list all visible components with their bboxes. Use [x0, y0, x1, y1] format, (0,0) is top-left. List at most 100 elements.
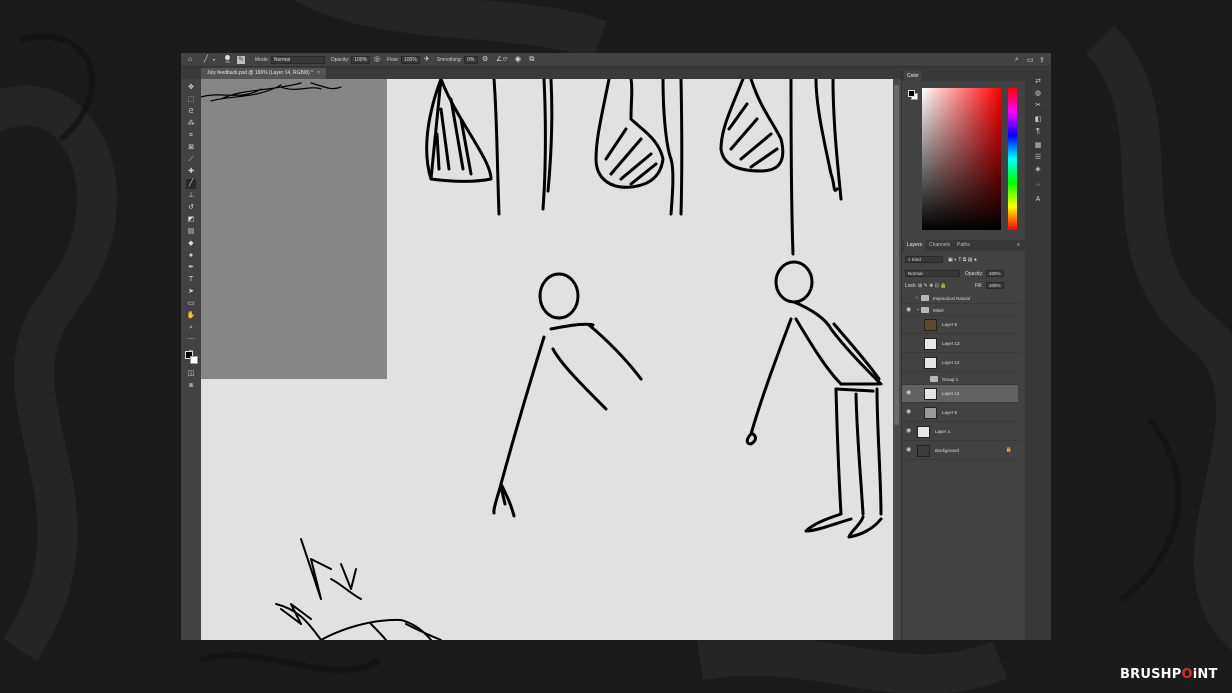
- layer-opacity-input[interactable]: 100%: [986, 270, 1004, 277]
- type-tool-icon[interactable]: T: [186, 275, 196, 285]
- close-tab-icon[interactable]: ×: [317, 70, 320, 76]
- layer-row[interactable]: ◉ Layer 4: [902, 423, 1018, 441]
- layer-row[interactable]: Layer 13: [902, 335, 1018, 353]
- layer-thumbnail: [924, 407, 937, 419]
- canvas[interactable]: [201, 79, 893, 640]
- document-tab-title: July feedback.psd @ 186% (Layer 14, RGB/…: [207, 70, 313, 76]
- home-button[interactable]: ⌂: [181, 53, 199, 67]
- layer-filter-select[interactable]: ⌕ Kind: [905, 256, 943, 263]
- canvas-vertical-scrollbar[interactable]: [893, 79, 901, 640]
- layer-row[interactable]: ◉ ⌄ Mikel: [902, 304, 1018, 316]
- search-icon[interactable]: ⌕: [1015, 56, 1019, 64]
- path-selection-tool-icon[interactable]: ➤: [186, 287, 196, 297]
- eye-icon[interactable]: ◉: [906, 428, 912, 434]
- paragraph-icon[interactable]: ¶: [1033, 127, 1043, 137]
- smoothing-input[interactable]: 0%: [464, 55, 479, 64]
- 3d-icon[interactable]: ◈: [1033, 165, 1043, 175]
- airbrush-icon[interactable]: ✈: [423, 56, 431, 64]
- hue-slider[interactable]: [1008, 88, 1017, 230]
- symmetry-icon[interactable]: ⧉: [528, 56, 536, 64]
- visibility-off-icon[interactable]: [906, 295, 912, 301]
- history-icon[interactable]: ⇄: [1033, 77, 1043, 87]
- flow-input[interactable]: 100%: [401, 55, 420, 64]
- tab-color[interactable]: Color: [904, 71, 922, 81]
- layer-row-selected[interactable]: ◉ Layer 14: [902, 385, 1018, 403]
- brush-settings-toggle[interactable]: ✎: [234, 53, 248, 67]
- dodge-tool-icon[interactable]: ●: [186, 251, 196, 261]
- visibility-off-icon[interactable]: [906, 359, 912, 365]
- hand-tool-icon[interactable]: ✋: [186, 311, 196, 321]
- tab-channels[interactable]: Channels: [926, 240, 953, 251]
- move-tool-icon[interactable]: ✥: [186, 83, 196, 93]
- color-field[interactable]: [922, 88, 1001, 230]
- foreground-color-chip[interactable]: [908, 90, 915, 97]
- tool-preset-picker[interactable]: ╱ ▾: [199, 53, 221, 67]
- layer-row[interactable]: › Impractical Rascal: [902, 293, 1018, 304]
- eyedropper-tool-icon[interactable]: ⟋: [186, 155, 196, 165]
- pressure-opacity-icon[interactable]: ◎: [373, 56, 381, 64]
- layer-row[interactable]: Group 1: [902, 373, 1018, 385]
- visibility-off-icon[interactable]: [906, 321, 912, 327]
- eye-icon[interactable]: ◉: [906, 447, 912, 453]
- blur-tool-icon[interactable]: ◆: [186, 239, 196, 249]
- clone-stamp-tool-icon[interactable]: ⊥: [186, 191, 196, 201]
- healing-brush-tool-icon[interactable]: ✚: [186, 167, 196, 177]
- brush-size-picker[interactable]: 35: [221, 53, 234, 67]
- background-color-swatch[interactable]: [190, 356, 198, 364]
- share-icon[interactable]: ⇪: [1039, 56, 1045, 64]
- properties-icon[interactable]: ◧: [1033, 115, 1043, 125]
- layer-row[interactable]: ◉ Background 🔒: [902, 442, 1018, 460]
- tab-paths[interactable]: Paths: [954, 240, 973, 251]
- fill-input[interactable]: 100%: [986, 282, 1004, 289]
- eye-icon[interactable]: ◉: [906, 307, 912, 313]
- quick-selection-tool-icon[interactable]: ⁂: [186, 119, 196, 129]
- eye-icon[interactable]: ◉: [906, 409, 912, 415]
- document-tab[interactable]: July feedback.psd @ 186% (Layer 14, RGB/…: [201, 68, 326, 79]
- brush-tool-icon[interactable]: ╱: [186, 179, 196, 189]
- layer-row[interactable]: Layer 12: [902, 354, 1018, 372]
- frame-tool-icon[interactable]: ⊠: [186, 143, 196, 153]
- swatches-icon[interactable]: ▦: [1033, 141, 1043, 151]
- color-swatches[interactable]: [185, 351, 199, 365]
- marquee-tool-icon[interactable]: ⬚: [186, 95, 196, 105]
- screen-mode-icon[interactable]: ⧈: [186, 381, 196, 391]
- filter-icons[interactable]: ▣ ◐ T ⧉ ▤ ●: [948, 257, 977, 263]
- panel-menu-icon[interactable]: ≡: [1014, 240, 1023, 251]
- layer-row[interactable]: ◉ Layer 6: [902, 404, 1018, 422]
- lock-icons[interactable]: ⊞ ✎ ✥ ⊡ 🔒: [918, 283, 947, 289]
- libraries-icon[interactable]: ◍: [1033, 89, 1043, 99]
- lasso-tool-icon[interactable]: ᘓ: [186, 107, 196, 117]
- gradient-tool-icon[interactable]: ▤: [186, 227, 196, 237]
- chevron-down-icon[interactable]: ⌄: [916, 306, 920, 312]
- quick-mask-icon[interactable]: ◫: [186, 369, 196, 379]
- eye-icon[interactable]: ◉: [906, 390, 912, 396]
- brush-settings-icon[interactable]: ⁘: [1033, 181, 1043, 191]
- adjustments-icon[interactable]: ✂: [1033, 101, 1043, 111]
- opacity-input[interactable]: 100%: [351, 55, 371, 64]
- history-brush-tool-icon[interactable]: ↺: [186, 203, 196, 213]
- layer-name: Layer 5: [942, 322, 958, 327]
- styles-icon[interactable]: ☰: [1033, 153, 1043, 163]
- visibility-off-icon[interactable]: [906, 378, 912, 384]
- pressure-size-icon[interactable]: ◉: [514, 56, 522, 64]
- angle-value[interactable]: 0°: [503, 57, 508, 63]
- visibility-off-icon[interactable]: [906, 340, 912, 346]
- mode-label: Mode:: [255, 56, 269, 63]
- crop-tool-icon[interactable]: ⌗: [186, 131, 196, 141]
- workspace-icon[interactable]: ▭: [1027, 56, 1034, 64]
- tab-layers[interactable]: Layers: [904, 240, 926, 251]
- chevron-right-icon[interactable]: ›: [916, 295, 918, 301]
- folder-icon: [921, 295, 929, 301]
- mode-select[interactable]: Normal: [270, 55, 325, 64]
- character-icon[interactable]: A: [1033, 195, 1043, 205]
- pen-tool-icon[interactable]: ✒: [186, 263, 196, 273]
- scrollbar-thumb[interactable]: [894, 85, 899, 425]
- eraser-tool-icon[interactable]: ◩: [186, 215, 196, 225]
- edit-toolbar-icon[interactable]: ⋯: [186, 335, 196, 345]
- zoom-tool-icon[interactable]: ⌕: [186, 323, 196, 333]
- folder-icon: [930, 376, 938, 382]
- blend-mode-select[interactable]: Normal: [905, 270, 960, 277]
- smoothing-settings-icon[interactable]: ⚙: [481, 56, 489, 64]
- layer-row[interactable]: Layer 5: [902, 316, 1018, 334]
- shape-tool-icon[interactable]: ▭: [186, 299, 196, 309]
